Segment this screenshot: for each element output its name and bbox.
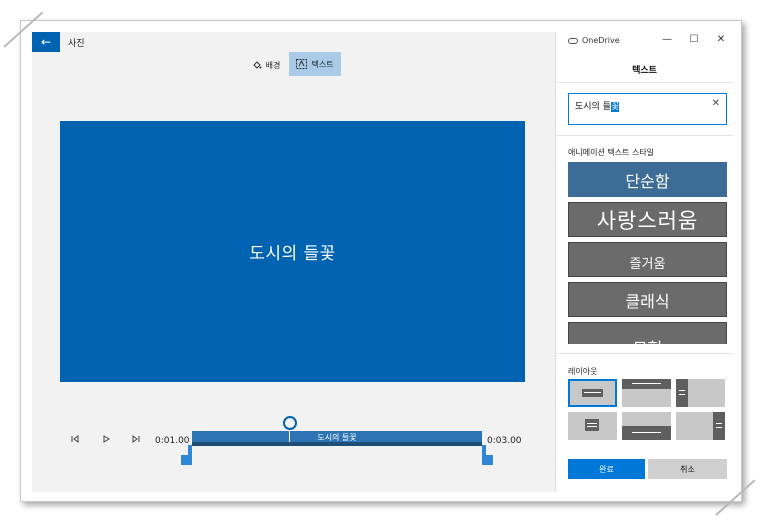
title-text-plain: 도시의 들 [575,102,611,112]
maximize-button[interactable]: ☐ [687,34,701,45]
preview-title-text: 도시의 들꽃 [249,244,336,264]
clear-input-icon[interactable]: ✕ [712,98,720,109]
panel-title: 텍스트 [632,66,657,76]
layout-text-bar [713,412,725,440]
style-option-label: 모험 [633,335,662,345]
timeline-clip-label: 도시의 들꽃 [317,433,357,442]
style-option-lovely[interactable]: 사랑스러움 [568,202,727,237]
text-tool-label: 텍스트 [311,59,334,69]
style-option-label: 즐거움 [629,257,666,272]
layout-text-bar [622,379,671,389]
back-button[interactable]: ← [32,32,60,52]
background-tool-button[interactable]: 배경 [246,54,286,76]
next-frame-icon[interactable] [131,434,141,444]
layout-option-bottom-band[interactable] [622,412,671,440]
style-option-classic[interactable]: 클래식 [568,282,727,317]
playhead-handle[interactable] [283,416,297,430]
style-option-label: 사랑스러움 [596,208,699,233]
trim-start-grip[interactable] [181,455,192,465]
minimize-button[interactable]: — [660,34,674,45]
layout-text-bar [585,419,599,431]
trim-end-grip[interactable] [482,455,493,465]
start-time: 0:01.00 [155,436,190,446]
divider [556,353,733,354]
title-text-selection: 꽃 [610,102,620,112]
back-arrow-icon: ← [40,35,52,49]
layout-text-bar [676,379,688,407]
style-option-label: 클래식 [625,291,670,311]
previous-frame-icon[interactable] [70,434,80,444]
cloud-icon [568,37,578,44]
text-box-icon [296,59,308,69]
done-button[interactable]: 완료 [568,459,645,479]
layout-heading: 레이아웃 [568,367,598,376]
styles-heading: 애니메이션 텍스트 스타일 [568,148,655,157]
playhead-line [289,429,290,442]
style-option-adventure[interactable]: 모험 [568,322,727,344]
layout-option-right-band[interactable] [676,412,725,440]
cancel-button[interactable]: 취소 [648,459,727,479]
onedrive-label: OneDrive [582,36,620,45]
divider [556,135,733,136]
play-icon[interactable] [101,434,111,444]
style-option-fun[interactable]: 즐거움 [568,242,727,277]
text-settings-panel: OneDrive — ☐ ✕ 텍스트 도시의 들꽃 ✕ 애니메이션 텍스트 스타… [555,32,733,492]
layout-text-bar [622,426,671,440]
title-text-input[interactable]: 도시의 들꽃 ✕ [568,93,727,125]
onedrive-status[interactable]: OneDrive [568,36,620,45]
end-time: 0:03.00 [487,436,522,446]
preview-canvas[interactable]: 도시의 들꽃 [60,121,525,382]
app-title: 사진 [68,39,85,49]
photos-app-window: ← 사진 배경 텍스트 도시의 들꽃 0:01.00 0:03.00 도시의 들… [32,32,733,492]
layout-option-left-band[interactable] [676,379,725,407]
text-tool-button[interactable]: 텍스트 [289,52,341,76]
layout-option-center-band[interactable] [568,379,617,407]
title-text-value: 도시의 들꽃 [575,99,620,112]
paint-bucket-icon [252,61,262,69]
divider [556,82,733,83]
layout-option-top-band[interactable] [622,379,671,407]
text-style-list[interactable]: 단순함 사랑스러움 즐거움 클래식 모험 [568,162,727,344]
style-option-simple[interactable]: 단순함 [568,162,727,197]
close-button[interactable]: ✕ [714,34,728,45]
layout-option-center-box[interactable] [568,412,617,440]
layout-grid [568,379,727,444]
style-option-label: 단순함 [625,171,670,191]
background-tool-label: 배경 [265,60,281,70]
layout-text-bar [582,389,603,397]
